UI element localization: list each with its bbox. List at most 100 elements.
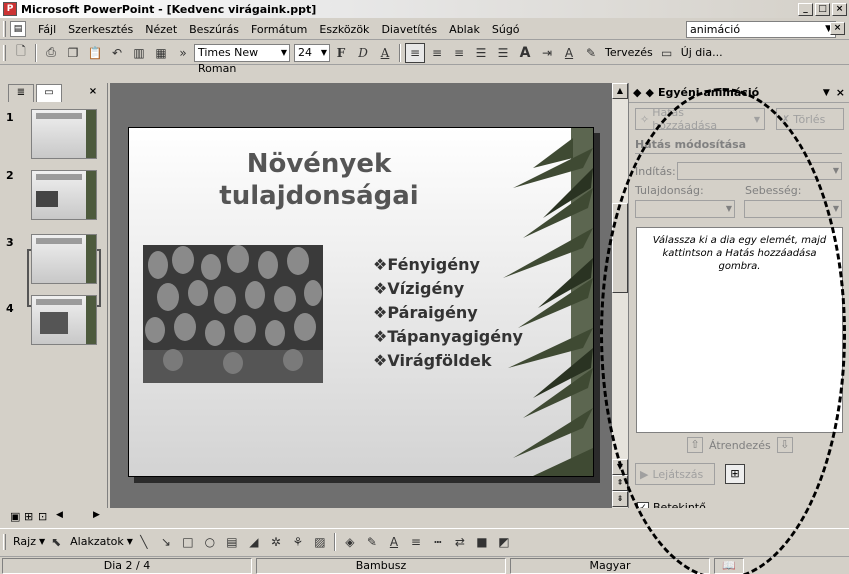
diagram-icon[interactable]: ✲ bbox=[266, 532, 286, 552]
scroll-thumb[interactable] bbox=[612, 203, 628, 293]
move-down-icon[interactable]: ⇩ bbox=[776, 437, 793, 453]
pane-menu-arrow[interactable]: ▼ bbox=[823, 88, 830, 98]
menu-view[interactable]: Nézet bbox=[139, 23, 183, 36]
property-select[interactable]: ▼ bbox=[635, 200, 735, 218]
outline-tab[interactable]: ≣ bbox=[8, 84, 34, 102]
textbox-icon[interactable]: ▤ bbox=[222, 532, 242, 552]
undo-icon[interactable]: ↶ bbox=[107, 43, 127, 63]
speed-select[interactable]: ▼ bbox=[744, 200, 842, 218]
chart-icon[interactable]: ▥ bbox=[129, 43, 149, 63]
shadow-icon[interactable]: ■ bbox=[472, 532, 492, 552]
doc-close-button[interactable]: × bbox=[830, 22, 845, 35]
oval-icon[interactable]: ○ bbox=[200, 532, 220, 552]
new-slide-icon[interactable]: ▭ bbox=[657, 43, 677, 63]
arrow-icon[interactable]: ↘ bbox=[156, 532, 176, 552]
previous-slide-button[interactable]: ⇞ bbox=[612, 475, 628, 491]
hscroll-right-button[interactable]: ▶ bbox=[93, 510, 100, 520]
slide-thumbnail-3[interactable] bbox=[31, 234, 97, 284]
menu-file[interactable]: Fájl bbox=[32, 23, 62, 36]
slide-thumbnail-4[interactable] bbox=[31, 295, 97, 345]
move-up-icon[interactable]: ⇧ bbox=[687, 437, 703, 453]
menu-grip[interactable] bbox=[3, 21, 6, 37]
new-icon[interactable]: 🗋 bbox=[11, 43, 31, 63]
numbering-icon[interactable]: ☰ bbox=[471, 43, 491, 63]
play-button[interactable]: ▶ Lejátszás bbox=[635, 463, 715, 485]
maximize-button[interactable]: □ bbox=[815, 2, 830, 16]
view-slideshow-icon[interactable]: ⊡ bbox=[38, 510, 47, 523]
line-icon[interactable]: ╲ bbox=[134, 532, 154, 552]
menu-window[interactable]: Ablak bbox=[443, 23, 486, 36]
3d-icon[interactable]: ◩ bbox=[494, 532, 514, 552]
remove-button[interactable]: ✗ Törlés bbox=[776, 108, 844, 130]
design-button[interactable]: Tervezés bbox=[602, 46, 656, 59]
start-select[interactable]: ▼ bbox=[677, 162, 842, 180]
align-center-icon[interactable]: ≡ bbox=[427, 43, 447, 63]
slide-thumbnail-1[interactable] bbox=[31, 109, 97, 159]
toolbar-grip[interactable] bbox=[3, 44, 6, 61]
font-color-icon[interactable]: A bbox=[559, 43, 579, 63]
indent-icon[interactable]: ⇥ bbox=[537, 43, 557, 63]
underline-button[interactable]: A bbox=[375, 43, 395, 63]
menu-insert[interactable]: Beszúrás bbox=[183, 23, 245, 36]
wordart-icon[interactable]: ◢ bbox=[244, 532, 264, 552]
design-icon[interactable]: ✎ bbox=[581, 43, 601, 63]
paste-icon[interactable]: 📋 bbox=[85, 43, 105, 63]
menu-help[interactable]: Súgó bbox=[486, 23, 526, 36]
next-slide-button[interactable]: ⇟ bbox=[612, 491, 628, 507]
line-color-icon[interactable]: ✎ bbox=[362, 532, 382, 552]
font-name-select[interactable]: Times New Roman ▼ bbox=[194, 43, 290, 75]
draw-menu-button[interactable]: Rajz bbox=[10, 535, 39, 548]
back-arrow-icon[interactable]: ◆ bbox=[633, 86, 641, 99]
dash-style-icon[interactable]: ┅ bbox=[428, 532, 448, 552]
new-slide-button[interactable]: Új dia... bbox=[678, 46, 726, 59]
add-effect-button[interactable]: ✧ Hatás hozzáadása ▼ bbox=[635, 106, 765, 132]
bullet-list[interactable]: ❖Fényigény ❖Vízigény ❖Páraigény ❖Tápanya… bbox=[373, 253, 523, 373]
fill-color-icon[interactable]: ◈ bbox=[340, 532, 360, 552]
slide-thumbnail-2[interactable] bbox=[31, 170, 97, 220]
powerpoint-app-icon[interactable]: P bbox=[3, 2, 17, 16]
menu-format[interactable]: Formátum bbox=[245, 23, 313, 36]
view-sorter-icon[interactable]: ⊞ bbox=[24, 510, 33, 523]
toolbar-options-icon[interactable]: » bbox=[173, 43, 193, 63]
italic-button[interactable]: D bbox=[353, 43, 373, 63]
scroll-up-button[interactable]: ▲ bbox=[612, 83, 628, 99]
scroll-down-button[interactable]: ▼ bbox=[612, 459, 628, 475]
table-icon[interactable]: ▦ bbox=[151, 43, 171, 63]
help-search-input[interactable]: animáció ▼ bbox=[686, 21, 836, 38]
slides-tab[interactable]: ▭ bbox=[36, 84, 62, 102]
spelling-icon[interactable]: 📖 bbox=[714, 557, 744, 574]
clipart-icon[interactable]: ⚘ bbox=[288, 532, 308, 552]
hscroll-left-button[interactable]: ◀ bbox=[56, 510, 63, 520]
close-button[interactable]: × bbox=[832, 2, 847, 16]
slide-title[interactable]: Növények tulajdonságai bbox=[169, 148, 469, 212]
slideshow-icon[interactable]: ⊞ bbox=[725, 464, 745, 484]
align-right-icon[interactable]: ≡ bbox=[449, 43, 469, 63]
text-color-icon[interactable]: A bbox=[384, 532, 404, 552]
rectangle-icon[interactable]: □ bbox=[178, 532, 198, 552]
forward-arrow-icon[interactable]: ◆ bbox=[645, 86, 653, 99]
font-size-select[interactable]: 24 ▼ bbox=[294, 43, 330, 62]
arrow-style-icon[interactable]: ⇄ bbox=[450, 532, 470, 552]
copy-icon[interactable]: ❐ bbox=[63, 43, 83, 63]
menu-slideshow[interactable]: Diavetítés bbox=[375, 23, 443, 36]
minimize-button[interactable]: _ bbox=[798, 2, 813, 16]
current-slide[interactable]: Növények tulajdonságai ❖Fényigény ❖Vízig… bbox=[128, 127, 594, 477]
align-left-icon[interactable]: ≡ bbox=[405, 42, 425, 63]
print-icon[interactable]: ⎙ bbox=[41, 43, 61, 63]
increase-font-icon[interactable]: A bbox=[515, 43, 535, 63]
vertical-scrollbar[interactable]: ▲ ▼ ⇞ ⇟ bbox=[612, 83, 628, 508]
autoshapes-button[interactable]: Alakzatok bbox=[67, 535, 127, 548]
close-pane-button[interactable]: × bbox=[80, 84, 106, 102]
menu-tools[interactable]: Eszközök bbox=[313, 23, 375, 36]
menu-edit[interactable]: Szerkesztés bbox=[62, 23, 139, 36]
tulip-photo[interactable] bbox=[143, 245, 323, 383]
select-pointer-icon[interactable]: ⬉ bbox=[46, 532, 66, 552]
bullets-icon[interactable]: ☰ bbox=[493, 43, 513, 63]
bold-button[interactable]: F bbox=[331, 43, 351, 63]
pane-close-icon[interactable]: × bbox=[836, 86, 845, 99]
document-icon[interactable]: ▤ bbox=[10, 21, 26, 37]
picture-icon[interactable]: ▨ bbox=[310, 532, 330, 552]
animation-list[interactable]: Válassza ki a dia egy elemét, majd katti… bbox=[636, 227, 843, 433]
view-normal-icon[interactable]: ▣ bbox=[10, 510, 20, 523]
draw-grip[interactable] bbox=[3, 533, 6, 550]
